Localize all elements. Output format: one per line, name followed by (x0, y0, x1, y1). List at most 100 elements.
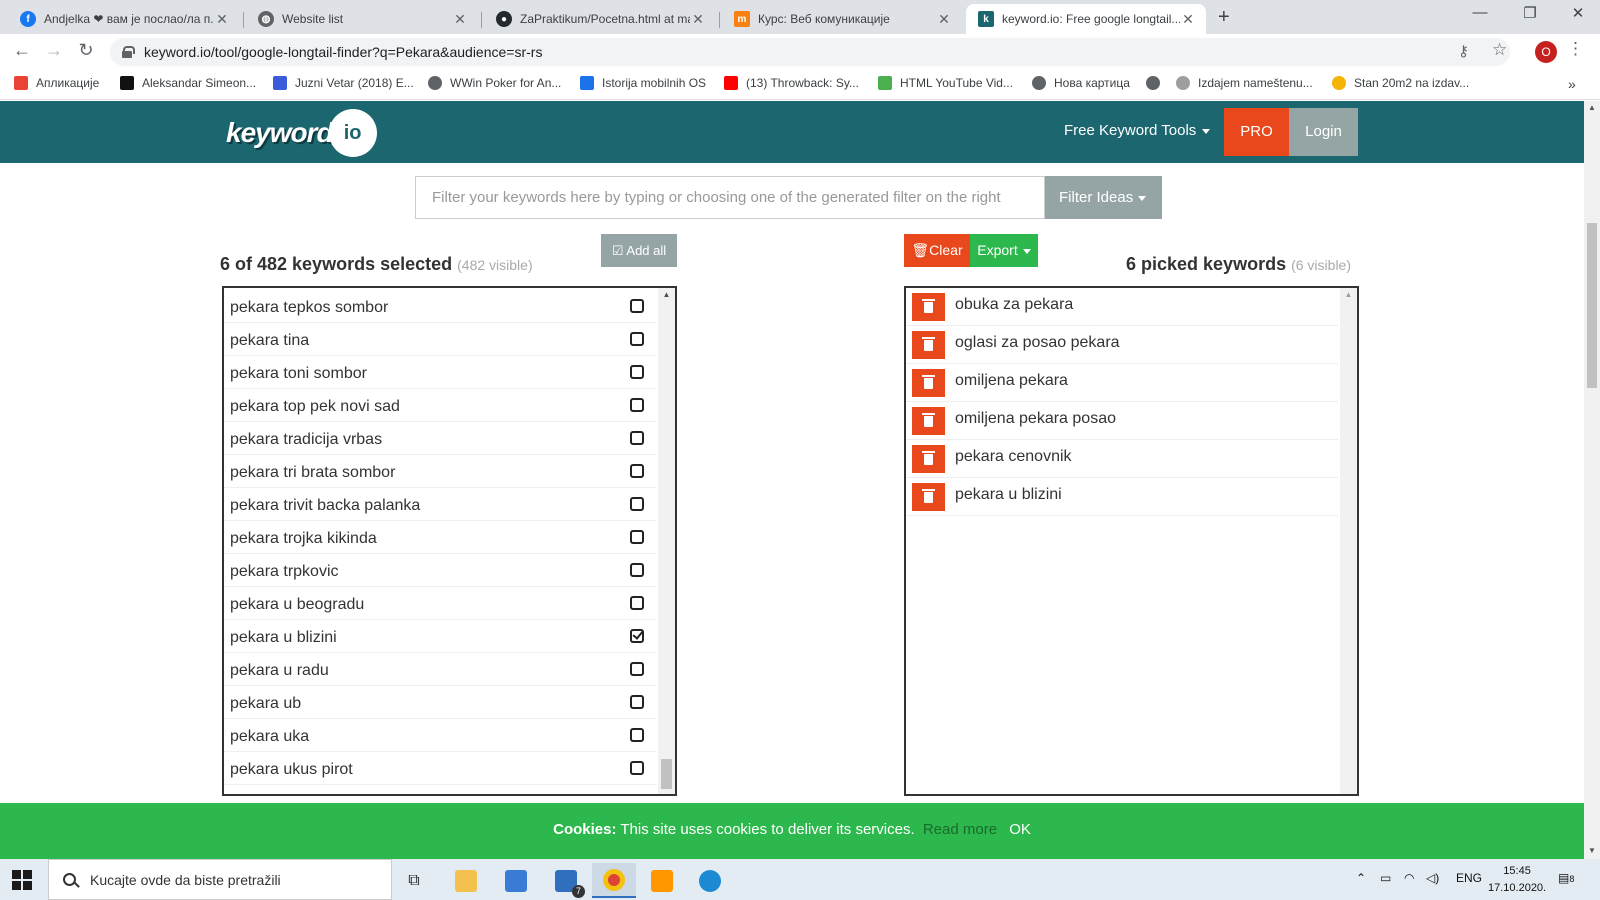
keyword-row[interactable]: pekara uka (224, 719, 656, 752)
keyword-row[interactable]: pekara u radu (224, 653, 656, 686)
checkbox[interactable] (630, 761, 644, 775)
keyword-row[interactable]: pekara trpkovic (224, 554, 656, 587)
bookmark-item[interactable]: Апликације (14, 76, 99, 90)
delete-button[interactable] (912, 293, 945, 321)
picked-list-scrollbar[interactable]: ▲ (1340, 288, 1357, 794)
checkbox-checked[interactable] (630, 629, 644, 643)
scroll-up-icon[interactable]: ▲ (1340, 290, 1357, 299)
keyword-row[interactable]: pekara toni sombor (224, 356, 656, 389)
menu-dots-icon[interactable]: ⋮ (1567, 39, 1584, 59)
checkbox[interactable] (630, 431, 644, 445)
scrollbar-thumb[interactable] (661, 759, 672, 789)
checkbox[interactable] (630, 596, 644, 610)
bookmark-item[interactable]: WWin Poker for An... (428, 76, 561, 90)
keyword-row[interactable]: pekara tepkos sombor (224, 290, 656, 323)
checkbox[interactable] (630, 497, 644, 511)
file-explorer-icon[interactable] (444, 863, 488, 898)
close-icon[interactable]: ✕ (452, 11, 468, 28)
battery-icon[interactable]: ▭ (1380, 871, 1391, 885)
browser-tab[interactable]: ● ZaPraktikum/Pocetna.html at ma... ✕ (484, 4, 716, 34)
keyword-row[interactable]: pekara ukus pirot (224, 752, 656, 785)
checkbox[interactable] (630, 332, 644, 346)
bookmark-item[interactable]: Istorija mobilnih OS (580, 76, 706, 90)
checkbox[interactable] (630, 728, 644, 742)
scrollbar-thumb[interactable] (1587, 223, 1597, 388)
keyword-list-scrollbar[interactable]: ▲ (658, 288, 675, 794)
bookmark-item[interactable]: Stan 20m2 na izdav... (1332, 76, 1469, 90)
filter-keywords-input[interactable]: Filter your keywords here by typing or c… (415, 176, 1045, 219)
site-logo[interactable]: keyword io (226, 109, 377, 157)
keyword-row[interactable]: pekara tradicija vrbas (224, 422, 656, 455)
reload-icon[interactable]: ↻ (74, 40, 98, 61)
keyword-row[interactable]: pekara top pek novi sad (224, 389, 656, 422)
taskbar-search-input[interactable]: Kucajte ovde da biste pretražili (48, 859, 392, 900)
minimize-icon[interactable]: — (1460, 4, 1500, 21)
address-bar[interactable]: keyword.io/tool/google-longtail-finder?q… (110, 38, 1510, 66)
browser-tab[interactable]: ◍ Website list ✕ (246, 4, 478, 34)
notification-icon[interactable]: ▤8 (1558, 871, 1574, 885)
close-icon[interactable]: ✕ (690, 11, 706, 28)
bookmark-item[interactable]: Нова картица (1032, 76, 1130, 90)
scroll-up-icon[interactable]: ▲ (658, 290, 675, 299)
chevron-up-icon[interactable]: ⌃ (1356, 871, 1366, 885)
picked-keyword-list[interactable]: obuka za pekara oglasi za posao pekara o… (904, 286, 1359, 796)
sublime-icon[interactable] (640, 863, 684, 898)
filter-ideas-button[interactable]: Filter Ideas (1045, 176, 1162, 219)
clock[interactable]: 15:45 17.10.2020. (1488, 863, 1546, 897)
mail-icon[interactable]: 7 (544, 863, 588, 898)
keyword-list[interactable]: pekara tepkos sombor pekara tina pekara … (222, 286, 677, 796)
export-button[interactable]: Export (970, 234, 1038, 267)
checkbox[interactable] (630, 299, 644, 313)
delete-button[interactable] (912, 369, 945, 397)
new-tab-button[interactable]: + (1218, 6, 1230, 29)
free-keyword-tools-menu[interactable]: Free Keyword Tools (1064, 122, 1211, 139)
checkbox[interactable] (630, 530, 644, 544)
language-indicator[interactable]: ENG (1456, 871, 1482, 885)
add-all-button[interactable]: ☑ Add all (601, 234, 677, 267)
clear-button[interactable]: 🗑Clear (904, 234, 970, 267)
key-icon[interactable]: ⚷ (1458, 42, 1469, 60)
close-icon[interactable]: ✕ (214, 11, 230, 28)
keyword-row[interactable]: pekara ub (224, 686, 656, 719)
windows-start-icon[interactable] (12, 870, 32, 890)
browser-tab-active[interactable]: k keyword.io: Free google longtail... ✕ (966, 4, 1206, 34)
wifi-icon[interactable]: ◠ (1404, 871, 1414, 885)
checkbox[interactable] (630, 662, 644, 676)
checkbox[interactable] (630, 398, 644, 412)
forward-arrow-icon[interactable]: → (42, 40, 66, 61)
keyword-row[interactable]: pekara trivit backa palanka (224, 488, 656, 521)
bookmark-item[interactable]: HTML YouTube Vid... (878, 76, 1013, 90)
bookmark-item[interactable]: Izdajem nameštenu... (1176, 76, 1313, 90)
checkbox[interactable] (630, 695, 644, 709)
login-button[interactable]: Login (1289, 108, 1358, 156)
checkbox[interactable] (630, 365, 644, 379)
cookie-ok-button[interactable]: OK (1009, 821, 1031, 838)
close-icon[interactable]: ✕ (1180, 11, 1196, 28)
delete-button[interactable] (912, 445, 945, 473)
read-more-link[interactable]: Read more (923, 821, 997, 838)
pro-button[interactable]: PRO (1224, 108, 1289, 156)
window-close-icon[interactable]: ✕ (1558, 4, 1598, 22)
task-view-icon[interactable]: ⧉ (392, 863, 436, 898)
keyword-row[interactable]: pekara u beogradu (224, 587, 656, 620)
bookmark-item[interactable]: Juzni Vetar (2018) E... (273, 76, 414, 90)
scroll-up-icon[interactable]: ▲ (1584, 103, 1600, 112)
maximize-icon[interactable]: ❐ (1510, 4, 1550, 22)
checkbox[interactable] (630, 464, 644, 478)
chevron-right-icon[interactable]: » (1568, 76, 1576, 92)
checkbox[interactable] (630, 563, 644, 577)
bookmark-item[interactable]: (13) Throwback: Sy... (724, 76, 859, 90)
edge-icon[interactable] (688, 863, 732, 898)
browser-tab[interactable]: m Курс: Веб комуникације ✕ (722, 4, 962, 34)
bookmark-item[interactable]: Aleksandar Simeon... (120, 76, 256, 90)
star-icon[interactable]: ☆ (1492, 40, 1507, 60)
delete-button[interactable] (912, 483, 945, 511)
back-arrow-icon[interactable]: ← (10, 40, 34, 61)
delete-button[interactable] (912, 331, 945, 359)
delete-button[interactable] (912, 407, 945, 435)
page-scrollbar[interactable]: ▲ ▼ (1584, 101, 1600, 859)
keyword-row[interactable]: pekara tina (224, 323, 656, 356)
browser-tab[interactable]: f Andjelka ❤ вам је послао/ла п... ✕ (8, 4, 240, 34)
volume-icon[interactable]: ◁) (1426, 871, 1439, 885)
scroll-down-icon[interactable]: ▼ (1584, 846, 1600, 855)
